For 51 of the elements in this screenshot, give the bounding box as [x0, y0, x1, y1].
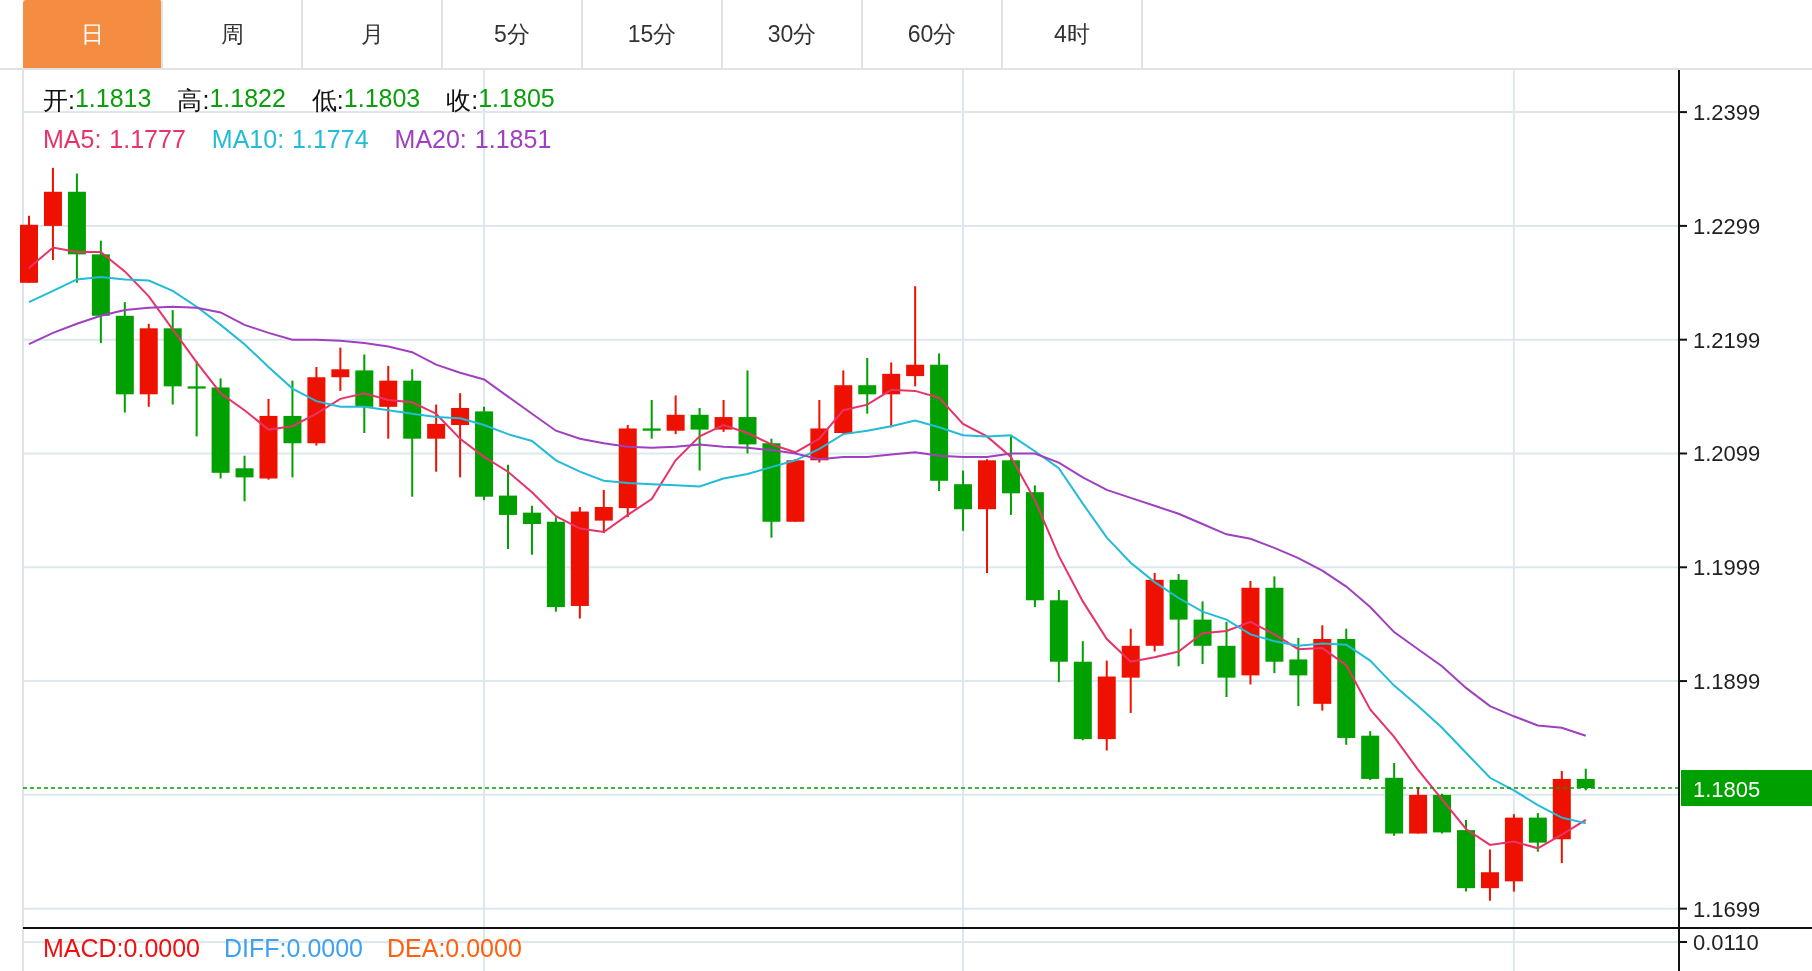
macd-label: DEA: — [387, 934, 446, 963]
axis-label: 1.1999 — [1693, 555, 1761, 581]
candlestick — [1576, 767, 1595, 792]
candlestick — [331, 346, 350, 392]
axis-label: 1.2099 — [1693, 441, 1761, 467]
candlestick — [954, 469, 973, 532]
ohlc-label: 收: — [446, 85, 479, 116]
candlestick — [427, 403, 446, 473]
macd-value: 0.0000 — [286, 934, 363, 963]
macd-label: DIFF: — [224, 934, 287, 963]
candlestick — [786, 458, 805, 523]
axis-label: 1.2199 — [1693, 327, 1761, 353]
candlestick — [642, 399, 661, 440]
candlestick — [666, 394, 685, 436]
candlestick — [810, 399, 829, 464]
candlestick — [1361, 730, 1380, 782]
candlestick — [714, 399, 733, 433]
candlestick — [20, 214, 38, 284]
candlestick — [1433, 792, 1452, 835]
ohlc-label: 开: — [43, 85, 75, 116]
axis-label: 1.1899 — [1693, 669, 1761, 695]
ohlc-label: 高: — [177, 85, 210, 116]
candlestick — [522, 504, 541, 556]
candlestick — [1528, 812, 1547, 853]
ohlc-value: 1.1822 — [209, 84, 286, 114]
axis-label: 1.2399 — [1693, 100, 1761, 126]
candlestick — [235, 454, 254, 503]
macd-value: 0.0000 — [445, 934, 522, 963]
legend-label: MA10: — [211, 125, 285, 154]
candlestick — [858, 356, 877, 415]
candlestick — [1193, 600, 1212, 665]
last-price-badge: 1.1805 — [1681, 770, 1812, 807]
ohlc-label: 低: — [311, 85, 344, 116]
legend-value: 1.1774 — [292, 125, 369, 154]
ohlc-value: 1.1805 — [478, 84, 555, 114]
legend-label: MA5: — [43, 125, 102, 154]
axis-label: 0.0110 — [1693, 930, 1759, 955]
ohlc-value: 1.1803 — [343, 84, 421, 114]
candlestick — [690, 406, 709, 472]
axis-label: 1.2299 — [1693, 213, 1761, 239]
axis-label: 1.1699 — [1693, 896, 1761, 922]
legend-value: 1.1777 — [109, 125, 186, 154]
macd-value: 0.0000 — [123, 934, 201, 963]
ref-line-label: 1.1805 — [1693, 777, 1761, 803]
candlestick — [1289, 636, 1308, 708]
legend-value: 1.1851 — [474, 125, 552, 154]
ohlc-value: 1.1813 — [74, 84, 152, 114]
candlestick — [1480, 848, 1499, 902]
candlestick — [834, 369, 853, 436]
macd-label: MACD: — [43, 934, 124, 963]
legend-label: MA20: — [394, 125, 467, 154]
